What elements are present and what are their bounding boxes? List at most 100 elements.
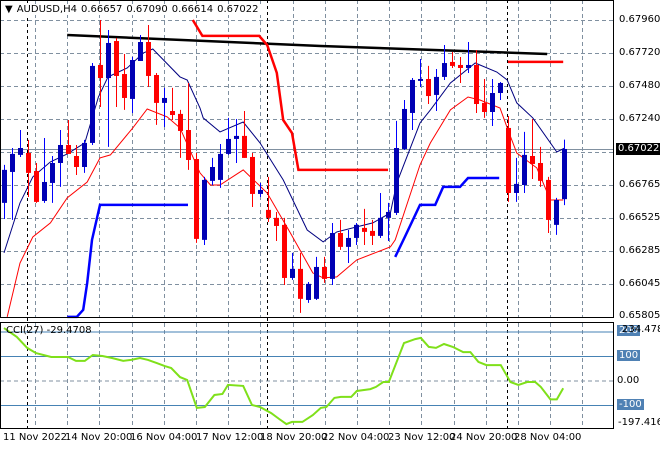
price-tick-label: 0.66525	[619, 212, 660, 223]
bear-candle	[186, 130, 191, 160]
bear-candle	[450, 61, 455, 66]
cci-level-100: 100	[617, 350, 641, 361]
bull-candle	[42, 181, 47, 201]
bull-candle	[106, 42, 111, 79]
bull-candle	[314, 266, 319, 299]
price-tick-label: 0.67720	[619, 47, 660, 58]
main-chart-frame	[0, 0, 614, 318]
bull-candle	[10, 153, 15, 172]
bear-candle	[74, 155, 79, 167]
bull-candle	[90, 65, 95, 143]
bull-candle	[346, 237, 351, 247]
bear-candle	[250, 156, 255, 194]
bull-candle	[466, 64, 471, 68]
bear-candle	[98, 64, 103, 79]
bear-candle	[458, 64, 463, 68]
bull-candle	[202, 179, 207, 240]
bull-candle	[162, 97, 167, 103]
time-tick-label: 24 Nov 20:00	[450, 432, 518, 443]
time-tick-label: 14 Nov 20:00	[65, 432, 133, 443]
price-tick-label: 0.66045	[619, 278, 660, 289]
chart-canvas[interactable]	[0, 0, 660, 450]
bull-candle	[306, 283, 311, 300]
dropdown-triangle-icon[interactable]: ▼	[5, 4, 13, 15]
bear-candle	[538, 163, 543, 181]
bear-candle	[338, 232, 343, 247]
bull-candle	[258, 189, 263, 194]
time-tick-label: 28 Nov 04:00	[514, 432, 582, 443]
price-tick-label: 0.67480	[619, 80, 660, 91]
bull-candle	[82, 142, 87, 167]
bull-candle	[514, 183, 519, 193]
price-tick-label: 0.65805	[619, 310, 660, 321]
bear-candle	[274, 217, 279, 226]
bull-candle	[522, 154, 527, 185]
cci-title: CCI(27) -29.4708	[6, 325, 92, 336]
bull-candle	[354, 224, 359, 238]
low-value: 0.66614	[171, 4, 214, 15]
cci-max-label: 234.4783	[622, 324, 660, 335]
bull-candle	[2, 169, 7, 203]
support-step-line	[394, 176, 500, 258]
high-value: 0.67090	[126, 4, 168, 15]
bull-candle	[226, 138, 231, 154]
bull-candle	[554, 199, 559, 225]
bear-candle	[530, 155, 535, 164]
cci-level-minus100: -100	[617, 399, 644, 410]
bear-candle	[34, 170, 39, 202]
time-tick-label: 11 Nov 2022	[3, 432, 68, 443]
bull-candle	[442, 63, 447, 77]
price-tick-label: 0.67960	[619, 14, 660, 25]
time-tick-label: 22 Nov 04:00	[322, 432, 390, 443]
bear-candle	[66, 144, 71, 154]
candles	[2, 20, 567, 313]
bull-candle	[330, 232, 335, 279]
bull-candle	[434, 76, 439, 95]
bear-candle	[282, 224, 287, 278]
time-tick-label: 18 Nov 20:00	[260, 432, 328, 443]
bull-candle	[410, 79, 415, 113]
bear-candle	[298, 268, 303, 299]
bear-candle	[370, 230, 375, 236]
bull-candle	[490, 93, 495, 112]
price-tick-label: 0.67240	[619, 113, 660, 124]
price-tick-label: 0.66765	[619, 179, 660, 190]
bear-candle	[122, 74, 127, 98]
current-price-label: 0.67022	[616, 143, 660, 155]
cci-line	[3, 327, 565, 426]
support-step-line	[67, 203, 188, 319]
bear-candle	[266, 209, 271, 218]
cci-panel-frame	[0, 322, 614, 429]
bull-candle	[130, 60, 135, 99]
bear-candle	[242, 135, 247, 158]
bull-candle	[138, 42, 143, 61]
cci-level-0: 0.00	[617, 375, 640, 386]
bear-candle	[194, 159, 199, 239]
bear-candle	[322, 266, 327, 279]
grid	[0, 0, 613, 428]
bull-candle	[210, 166, 215, 181]
cci-panel	[0, 327, 613, 426]
bull-candle	[562, 148, 567, 200]
bear-candle	[26, 152, 31, 173]
bull-candle	[378, 217, 383, 236]
bull-candle	[418, 78, 423, 81]
close-value: 0.67022	[217, 4, 259, 15]
time-tick-label: 17 Nov 12:00	[196, 432, 264, 443]
bear-candle	[546, 179, 551, 220]
bull-candle	[50, 163, 55, 183]
bear-candle	[154, 75, 159, 103]
bear-candle	[362, 227, 367, 232]
open-value: 0.66657	[81, 4, 123, 15]
bull-candle	[290, 268, 295, 278]
cci-min-label: -197.4164	[618, 417, 660, 428]
time-tick-label: 23 Nov 12:00	[388, 432, 456, 443]
bull-candle	[218, 153, 223, 180]
bear-candle	[178, 113, 183, 131]
bull-candle	[394, 148, 399, 213]
bull-candle	[18, 148, 23, 155]
bear-candle	[482, 102, 487, 112]
bear-candle	[146, 42, 151, 76]
bull-candle	[234, 135, 239, 139]
symbol-label: AUDUSD,H4	[16, 4, 77, 15]
